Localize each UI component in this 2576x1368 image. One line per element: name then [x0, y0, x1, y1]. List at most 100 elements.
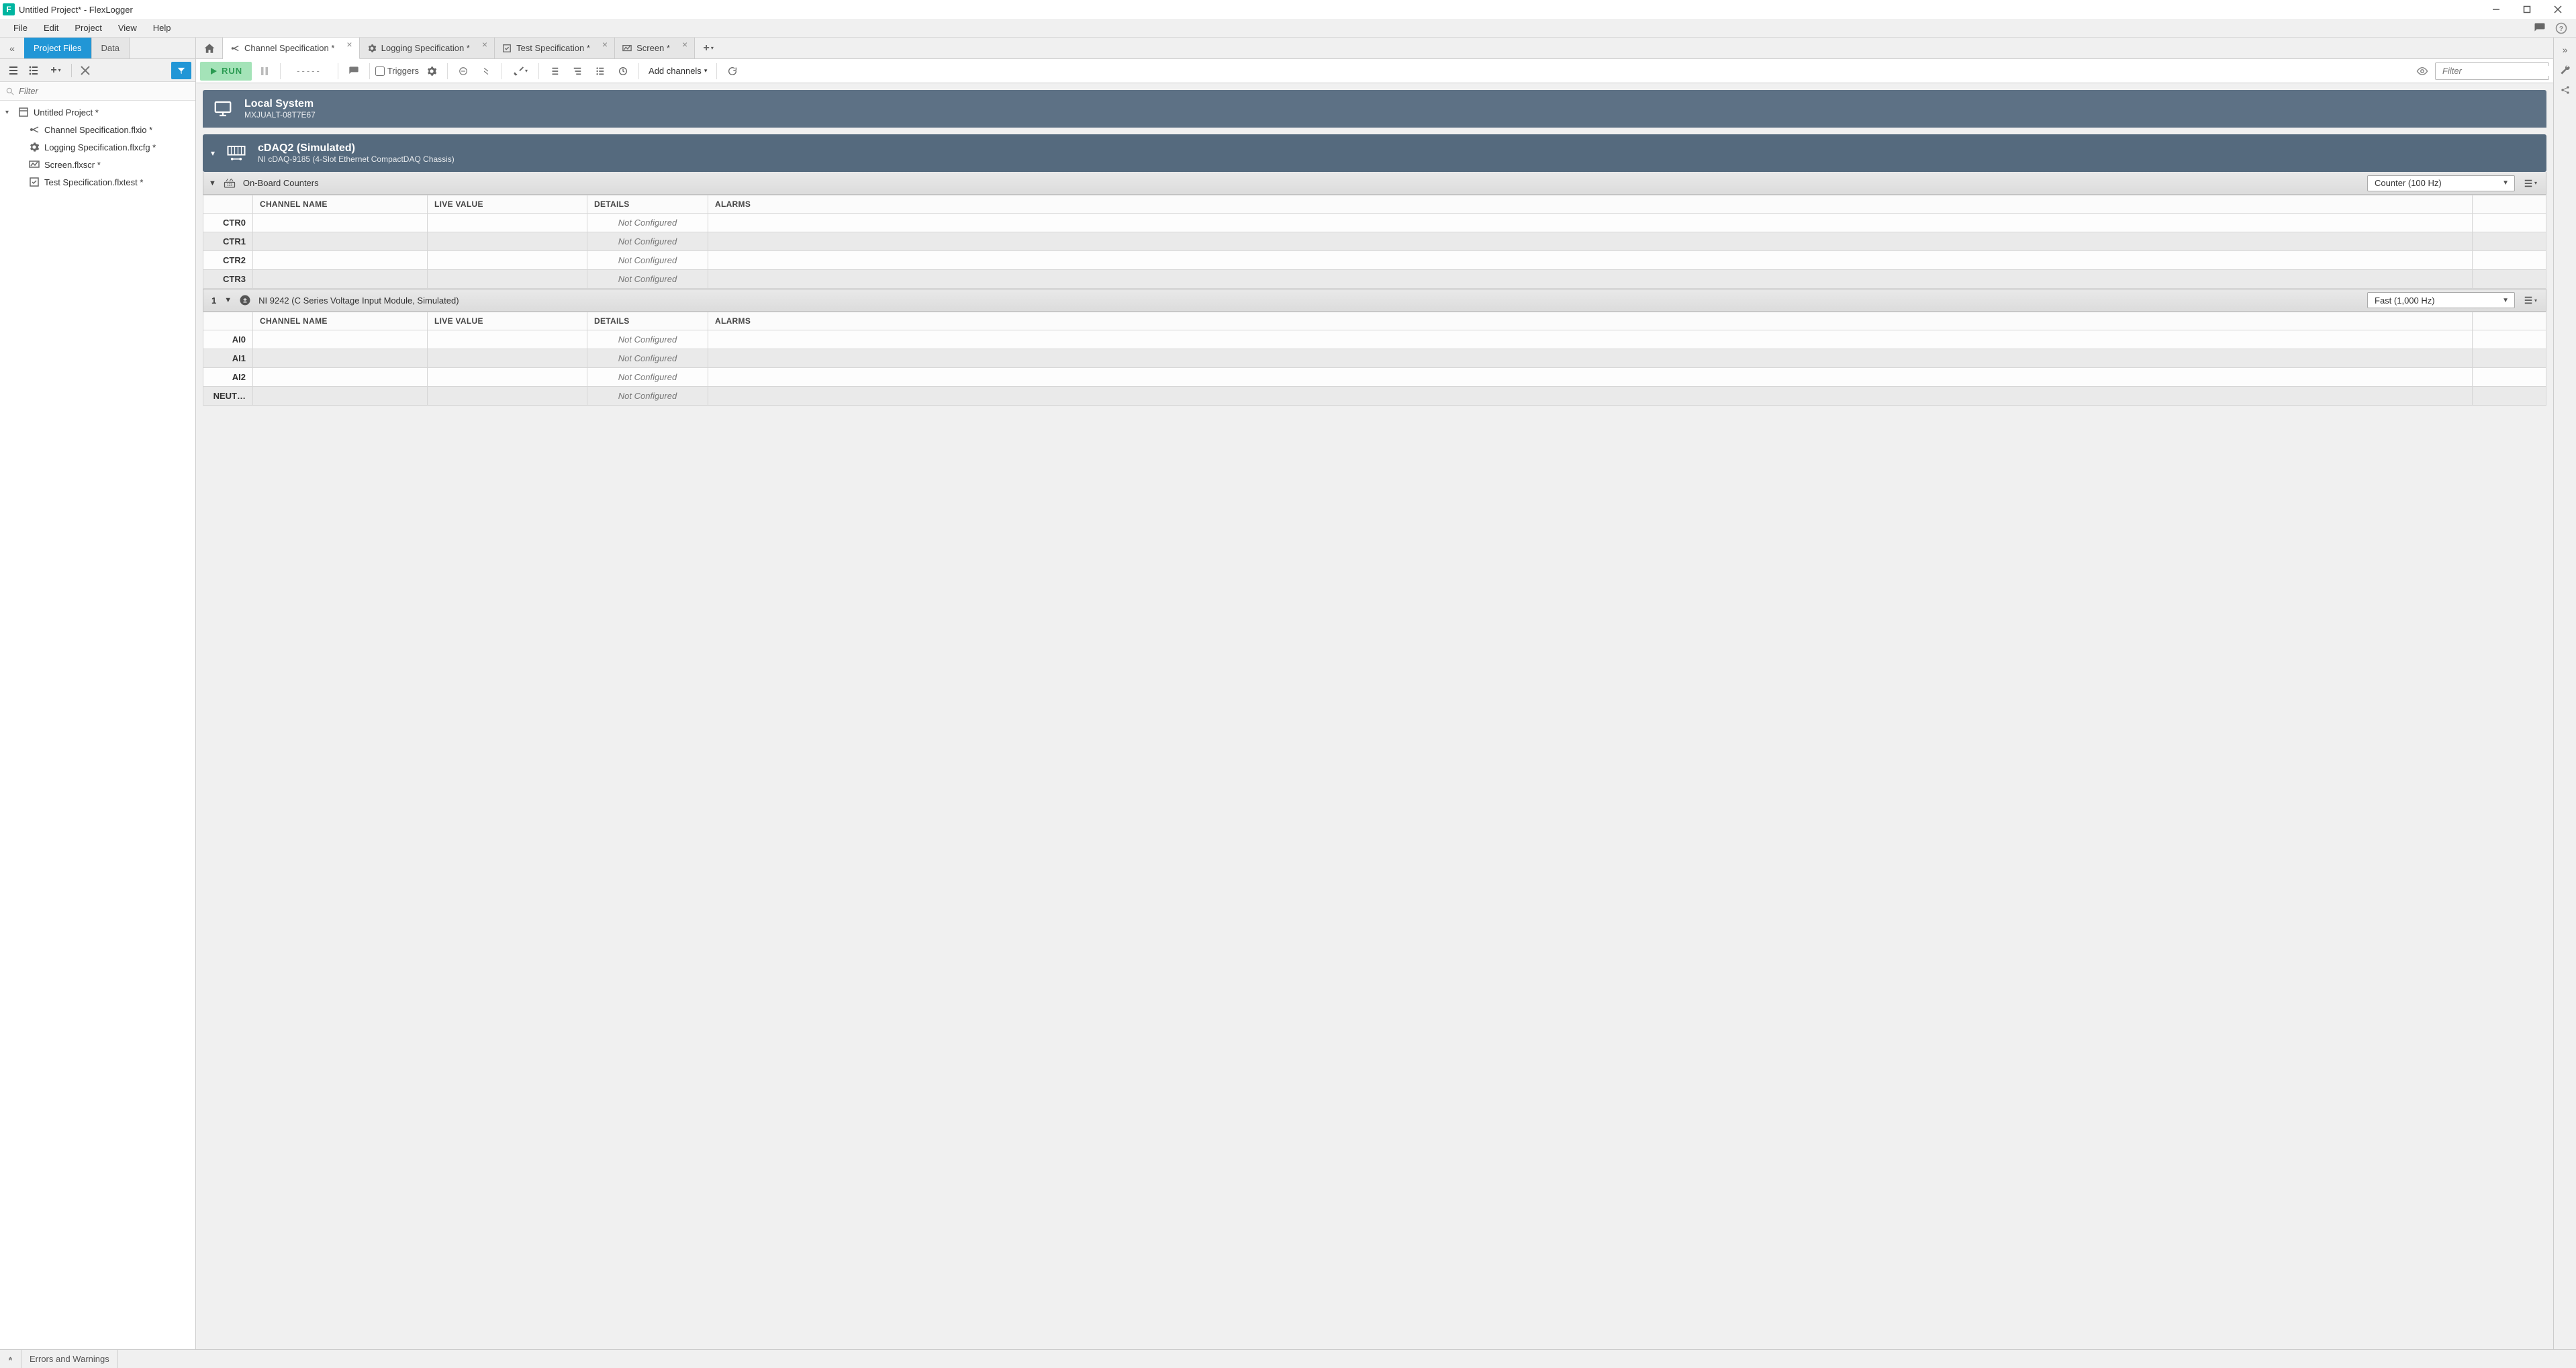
right-expand-button[interactable]: » [2557, 42, 2573, 58]
sidebar-filter-input[interactable] [19, 86, 190, 96]
configure-button[interactable]: ▾ [508, 62, 533, 81]
svg-text:?: ? [2559, 24, 2563, 32]
menu-help[interactable]: Help [145, 20, 179, 36]
table-row[interactable]: CTR1Not Configured [203, 232, 2546, 251]
triggers-settings-button[interactable] [422, 62, 442, 81]
errors-warnings-button[interactable]: Errors and Warnings [21, 1350, 118, 1368]
tree-item[interactable]: Test Specification.flxtest * [0, 173, 195, 191]
run-button[interactable]: RUN [200, 62, 252, 81]
channel-filter[interactable]: ⊘ [2435, 62, 2549, 80]
table-row[interactable]: CTR3Not Configured [203, 270, 2546, 289]
menu-view[interactable]: View [110, 20, 145, 36]
counter-icon: 123 [222, 175, 238, 191]
col-details[interactable]: DETAILS [587, 312, 708, 330]
tree-root-label: Untitled Project * [34, 107, 99, 118]
module-menu-button[interactable]: ▾ [2520, 292, 2540, 308]
channel-table-ni9242: CHANNEL NAME LIVE VALUE DETAILS ALARMS A… [203, 312, 2546, 406]
channel-icon [28, 124, 40, 136]
close-icon[interactable]: × [345, 39, 353, 50]
tab-data[interactable]: Data [92, 38, 130, 58]
maximize-button[interactable] [2512, 0, 2542, 19]
comment-button[interactable] [344, 62, 364, 81]
list-view-3-button[interactable] [590, 62, 610, 81]
tree-item[interactable]: Channel Specification.flxio * [0, 121, 195, 138]
caret-icon[interactable]: ▼ [224, 296, 232, 304]
col-channel-name[interactable]: CHANNEL NAME [253, 312, 428, 330]
close-icon[interactable]: × [601, 39, 609, 50]
refresh-button[interactable] [722, 62, 743, 81]
search-icon [5, 87, 15, 96]
module-bar-counters[interactable]: ▼ 123 On-Board Counters Counter (100 Hz)… [203, 172, 2546, 195]
tab-project-files[interactable]: Project Files [24, 38, 92, 58]
menu-file[interactable]: File [5, 20, 36, 36]
module-bar-ni9242[interactable]: 1 ▼ ± NI 9242 (C Series Voltage Input Mo… [203, 289, 2546, 312]
device-header[interactable]: ▾ cDAQ2 (Simulated) NI cDAQ-9185 (4-Slot… [203, 134, 2546, 172]
document-tabs: Channel Specification * × Logging Specif… [196, 38, 2553, 59]
tab-label: Channel Specification * [244, 43, 334, 53]
minimize-button[interactable] [2481, 0, 2512, 19]
app-icon: F [3, 3, 15, 15]
project-icon [17, 106, 30, 118]
remove-button[interactable] [453, 62, 473, 81]
tree-item-label: Screen.flxscr * [44, 160, 101, 170]
channel-icon [230, 43, 240, 54]
tab-channel-spec[interactable]: Channel Specification * × [223, 38, 360, 59]
table-row[interactable]: AI2Not Configured [203, 368, 2546, 387]
table-row[interactable]: AI0Not Configured [203, 330, 2546, 349]
list-view-2-button[interactable] [567, 62, 587, 81]
channel-table-counters: CHANNEL NAME LIVE VALUE DETAILS ALARMS C… [203, 195, 2546, 289]
table-row[interactable]: CTR0Not Configured [203, 214, 2546, 232]
menu-project[interactable]: Project [66, 20, 109, 36]
close-icon[interactable]: × [481, 39, 489, 50]
wrench-icon[interactable] [2557, 62, 2573, 78]
delete-item-button[interactable] [76, 62, 95, 79]
tree-item[interactable]: Screen.flxscr * [0, 156, 195, 173]
add-tab-button[interactable]: +▾ [695, 38, 722, 58]
col-live-value[interactable]: LIVE VALUE [428, 195, 587, 214]
collapse-all-button[interactable] [24, 62, 43, 79]
table-row[interactable]: NEUT…Not Configured [203, 387, 2546, 406]
rate-select-ni9242[interactable]: Fast (1,000 Hz) [2367, 292, 2515, 308]
pause-button[interactable] [254, 62, 275, 81]
channel-filter-input[interactable] [2442, 66, 2562, 76]
table-row[interactable]: CTR2Not Configured [203, 251, 2546, 270]
tree-root[interactable]: ▾ Untitled Project * [0, 103, 195, 121]
tree-item[interactable]: Logging Specification.flxcfg * [0, 138, 195, 156]
close-button[interactable] [2542, 0, 2573, 19]
add-item-button[interactable]: +▾ [44, 62, 67, 79]
tab-screen[interactable]: Screen * × [615, 38, 695, 58]
table-row[interactable]: AI1Not Configured [203, 349, 2546, 368]
triggers-checkbox[interactable] [375, 66, 385, 76]
col-details[interactable]: DETAILS [587, 195, 708, 214]
close-icon[interactable]: × [681, 39, 689, 50]
feedback-icon[interactable] [2530, 20, 2549, 36]
col-alarms[interactable]: ALARMS [708, 312, 2473, 330]
caret-icon[interactable]: ▾ [211, 148, 215, 158]
triggers-toggle[interactable]: Triggers [375, 66, 419, 76]
tab-test-spec[interactable]: Test Specification * × [495, 38, 615, 58]
col-channel-name[interactable]: CHANNEL NAME [253, 195, 428, 214]
sidebar-collapse-button[interactable]: « [0, 38, 24, 58]
expand-all-button[interactable] [4, 62, 23, 79]
filter-toggle-button[interactable] [171, 62, 191, 79]
caret-icon[interactable]: ▼ [209, 179, 216, 187]
device-title: cDAQ2 (Simulated) [258, 142, 455, 154]
list-view-1-button[interactable] [544, 62, 565, 81]
menu-edit[interactable]: Edit [36, 20, 66, 36]
svg-text:123: 123 [227, 183, 233, 187]
help-icon[interactable]: ? [2552, 20, 2571, 36]
reset-button[interactable] [476, 62, 496, 81]
add-channels-button[interactable]: Add channels ▾ [645, 62, 711, 81]
rate-select-counters[interactable]: Counter (100 Hz) [2367, 175, 2515, 191]
caret-icon[interactable]: ▾ [5, 109, 13, 116]
share-icon[interactable] [2557, 82, 2573, 98]
col-alarms[interactable]: ALARMS [708, 195, 2473, 214]
col-live-value[interactable]: LIVE VALUE [428, 312, 587, 330]
home-tab[interactable] [196, 38, 223, 58]
rate-value: Fast (1,000 Hz) [2375, 295, 2435, 306]
module-menu-button[interactable]: ▾ [2520, 175, 2540, 191]
tab-logging-spec[interactable]: Logging Specification * × [360, 38, 495, 58]
visibility-button[interactable] [2412, 62, 2432, 81]
statusbar-toggle[interactable] [0, 1350, 21, 1368]
sync-button[interactable] [613, 62, 633, 81]
